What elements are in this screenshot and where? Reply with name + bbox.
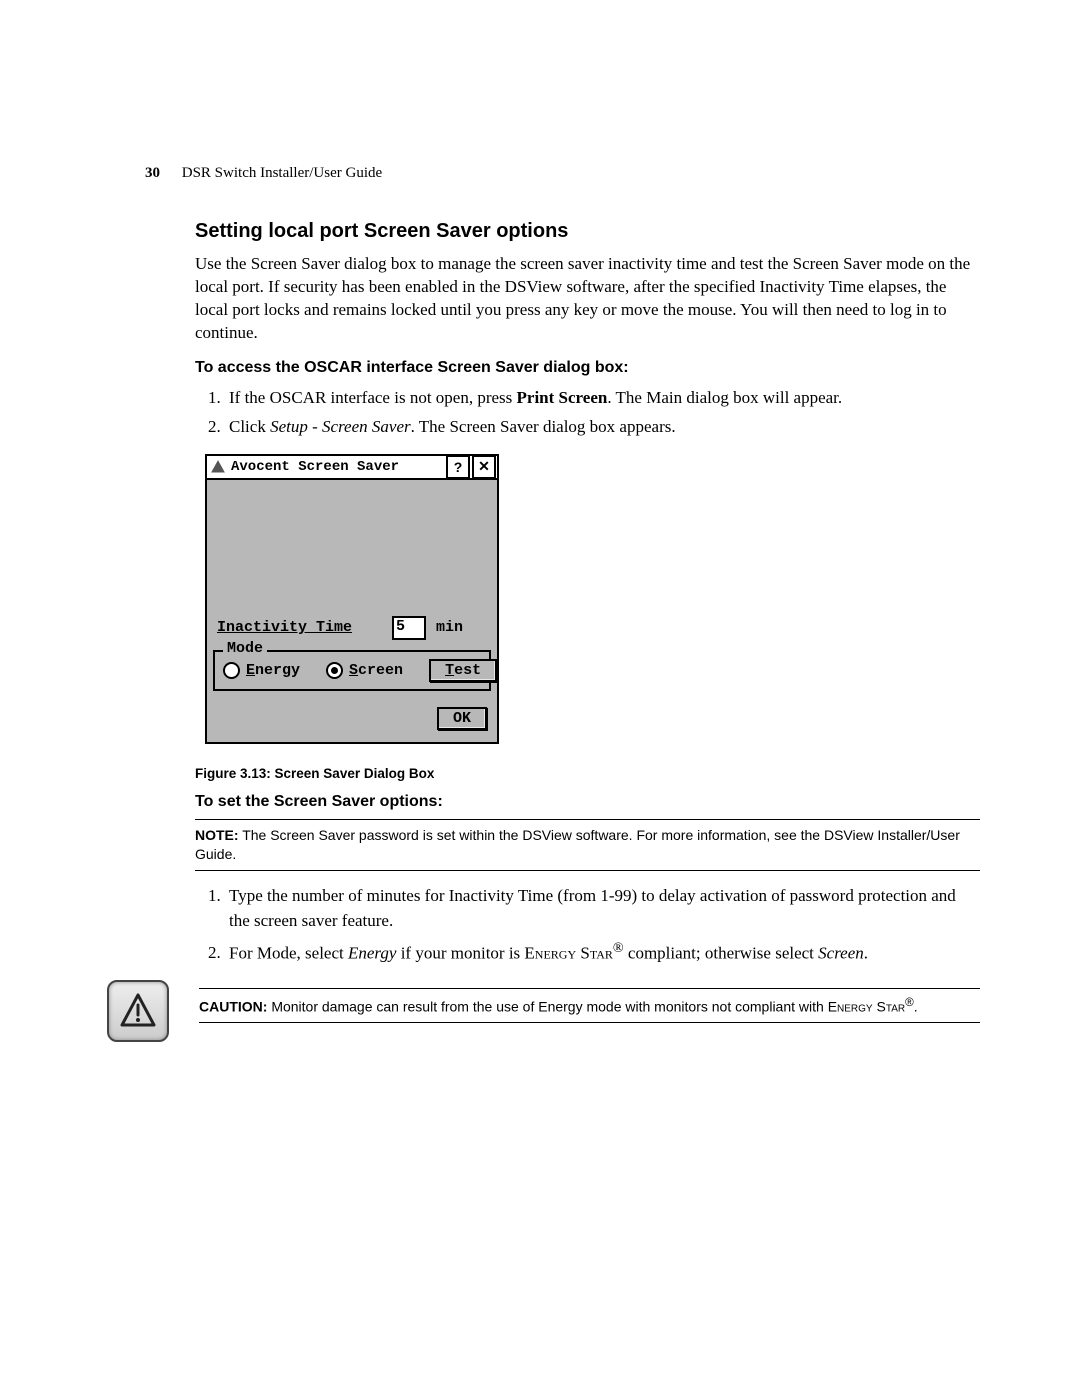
page-number: 30 (145, 165, 160, 181)
close-button[interactable]: ✕ (472, 455, 496, 479)
caution-icon (107, 980, 169, 1042)
inactivity-label: Inactivity Time (217, 619, 352, 636)
access-steps: If the OSCAR interface is not open, pres… (205, 385, 980, 440)
doc-title: DSR Switch Installer/User Guide (182, 165, 382, 181)
dialog-titlebar: Avocent Screen Saver ? ✕ (207, 456, 497, 480)
app-icon (207, 456, 229, 478)
dialog-title: Avocent Screen Saver (229, 459, 445, 475)
list-item: For Mode, select Energy if your monitor … (225, 938, 980, 966)
list-item: Type the number of minutes for Inactivit… (225, 883, 980, 934)
access-heading: To access the OSCAR interface Screen Sav… (195, 359, 980, 377)
list-item: If the OSCAR interface is not open, pres… (225, 385, 980, 411)
radio-icon (223, 662, 240, 679)
section-intro: Use the Screen Saver dialog box to manag… (195, 253, 980, 345)
set-heading: To set the Screen Saver options: (195, 793, 980, 811)
section-heading: Setting local port Screen Saver options (195, 220, 980, 243)
radio-icon (326, 662, 343, 679)
mode-group: Mode Energy Screen Test (213, 650, 491, 691)
figure-caption: Figure 3.13: Screen Saver Dialog Box (195, 766, 980, 781)
dialog-spacer (207, 480, 497, 610)
page-header: 30 DSR Switch Installer/User Guide (145, 165, 382, 182)
inactivity-input[interactable]: 5 (392, 616, 426, 640)
mode-energy-option[interactable]: Energy (223, 662, 300, 679)
inactivity-unit: min (436, 619, 463, 636)
caution-block: CAUTION: Monitor damage can result from … (199, 988, 980, 1024)
mode-legend: Mode (223, 640, 267, 657)
mode-screen-option[interactable]: Screen (326, 662, 403, 679)
list-item: Click Setup - Screen Saver. The Screen S… (225, 414, 980, 440)
screen-saver-dialog: Avocent Screen Saver ? ✕ Inactivity Time… (205, 454, 499, 744)
set-steps: Type the number of minutes for Inactivit… (205, 883, 980, 966)
ok-button[interactable]: OK (437, 707, 487, 730)
note-block: NOTE: The Screen Saver password is set w… (195, 819, 980, 871)
test-button[interactable]: Test (429, 659, 497, 682)
help-button[interactable]: ? (446, 455, 470, 479)
